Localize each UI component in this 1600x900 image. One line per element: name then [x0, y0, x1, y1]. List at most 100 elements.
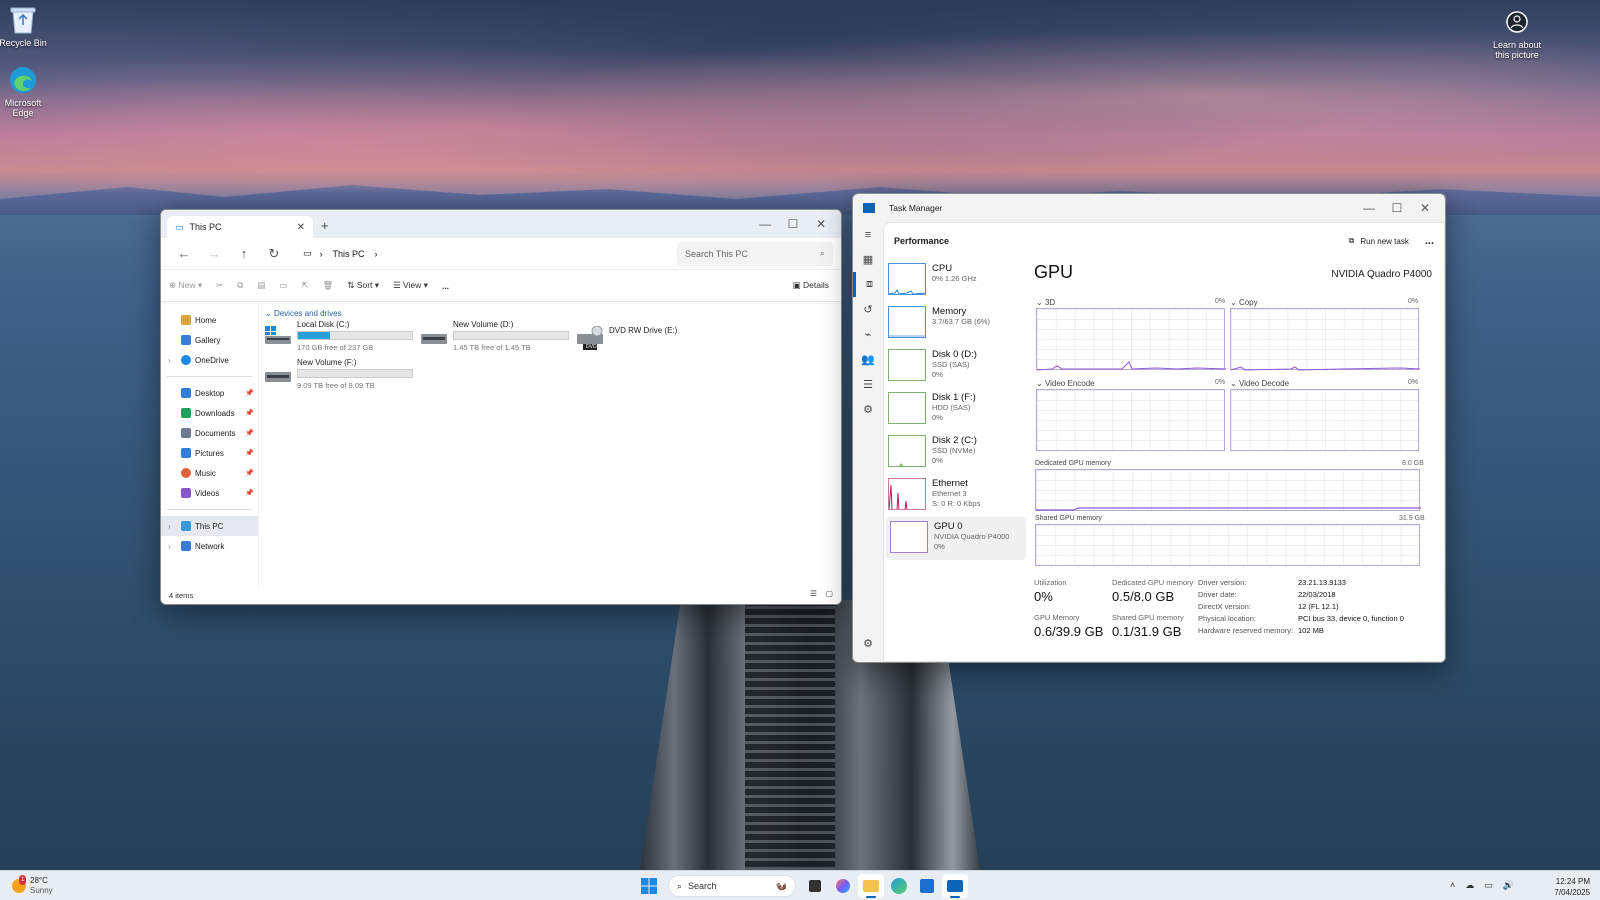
chevron-right-icon[interactable]: ›: [168, 356, 171, 365]
drive-f[interactable]: New Volume (F:) 9.09 TB free of 9.09 TB: [265, 358, 415, 392]
close-tab-icon[interactable]: ✕: [297, 222, 305, 233]
hamburger-menu-icon[interactable]: ≡: [853, 222, 883, 247]
copy-icon[interactable]: ⧉: [237, 280, 243, 291]
clock[interactable]: 12:24 PM 7/04/2025: [1554, 876, 1590, 898]
resource-memory[interactable]: Memory 3.7/63.7 GB (6%): [884, 302, 1028, 345]
processes-icon[interactable]: ▦: [853, 247, 883, 272]
recycle-bin-desktop-icon[interactable]: Recycle Bin: [0, 4, 53, 48]
sidebar-item-this-pc[interactable]: › This PC: [161, 516, 258, 536]
sidebar-item-network[interactable]: › Network: [161, 536, 258, 556]
new-tab-button[interactable]: +: [321, 218, 329, 233]
weather-widget[interactable]: 1 28°C Sunny: [12, 875, 53, 896]
graph-label-text: Video Encode: [1044, 379, 1095, 388]
edge-label: Microsoft Edge: [4, 98, 42, 118]
edge-taskbar-icon[interactable]: [886, 874, 912, 898]
forward-arrow-icon[interactable]: →: [199, 246, 229, 261]
sidebar-item-gallery[interactable]: Gallery: [161, 330, 258, 350]
gpu-memory-label: GPU Memory: [1034, 613, 1080, 622]
sidebar-item-downloads[interactable]: Downloads 📌: [161, 403, 258, 423]
run-new-task-button[interactable]: ⧉ Run new task: [1349, 236, 1409, 246]
app-history-icon[interactable]: ↺: [853, 297, 883, 322]
drive-c[interactable]: Local Disk (C:) 170 GB free of 237 GB: [265, 320, 415, 354]
edge-desktop-icon[interactable]: Microsoft Edge: [0, 64, 53, 118]
delete-icon[interactable]: 🗑: [323, 280, 334, 291]
devices-group-header[interactable]: ⌄ Devices and drives: [265, 309, 841, 318]
sidebar-label: Desktop: [195, 388, 225, 398]
store-icon[interactable]: [914, 874, 940, 898]
maximize-icon[interactable]: ☐: [779, 210, 807, 238]
address-bar[interactable]: ▭ › This PC ›: [297, 242, 667, 266]
new-button[interactable]: ⊕ New ▾: [169, 280, 202, 291]
drive-d[interactable]: New Volume (D:) 1.45 TB free of 1.45 TB: [421, 320, 571, 354]
task-view-icon[interactable]: [802, 874, 828, 898]
physical-location-key: Physical location:: [1198, 614, 1256, 623]
more-options-button[interactable]: ...: [442, 281, 449, 291]
more-options-button[interactable]: ...: [1425, 235, 1434, 247]
up-arrow-icon[interactable]: ↑: [229, 246, 259, 261]
task-manager-taskbar-icon[interactable]: [942, 874, 968, 898]
sidebar-item-videos[interactable]: Videos 📌: [161, 483, 258, 503]
display-icon[interactable]: ▭: [1484, 880, 1493, 891]
copilot-icon[interactable]: [830, 874, 856, 898]
minimize-icon[interactable]: —: [751, 210, 779, 238]
refresh-icon[interactable]: ↻: [259, 246, 289, 262]
window-title: Task Manager: [889, 203, 943, 213]
view-button[interactable]: ☰ View ▾: [393, 280, 428, 291]
graph-video-decode-label[interactable]: ⌄ Video Decode: [1230, 379, 1289, 388]
paste-icon[interactable]: ▤: [257, 280, 265, 291]
maximize-icon[interactable]: ☐: [1383, 194, 1411, 222]
resource-ethernet[interactable]: Ethernet Ethernet 3 S: 0 R: 0 Kbps: [884, 474, 1028, 517]
breadcrumb[interactable]: This PC: [333, 249, 365, 259]
sidebar-divider: [167, 376, 252, 377]
sidebar-item-pictures[interactable]: Pictures 📌: [161, 443, 258, 463]
resource-cpu[interactable]: CPU 0% 1.26 GHz: [884, 259, 1028, 302]
graph-3d-label[interactable]: ⌄ 3D: [1036, 298, 1055, 307]
graph-copy-label[interactable]: ⌄ Copy: [1230, 298, 1258, 307]
sidebar-item-home[interactable]: Home: [161, 310, 258, 330]
chevron-right-icon[interactable]: ›: [168, 522, 171, 531]
sidebar-item-onedrive[interactable]: › OneDrive: [161, 350, 258, 370]
tiles-view-icon[interactable]: ▢: [826, 589, 833, 598]
details-button[interactable]: ▣ Details: [793, 280, 829, 291]
settings-gear-icon[interactable]: ⚙: [853, 631, 883, 656]
taskbar-search[interactable]: ⌕ Search 🦦: [668, 875, 796, 897]
resource-disk-1[interactable]: Disk 1 (F:) HDD (SAS) 0%: [884, 388, 1028, 431]
volume-icon[interactable]: 🔊: [1503, 880, 1514, 891]
back-arrow-icon[interactable]: ←: [169, 246, 199, 261]
details-list-icon[interactable]: ☰: [853, 372, 883, 397]
drive-usage-fill: [298, 332, 330, 339]
services-icon[interactable]: ⚙: [853, 397, 883, 422]
close-icon[interactable]: ✕: [807, 210, 835, 238]
performance-header: Performance ⧉ Run new task ...: [884, 223, 1444, 259]
resource-gpu-0[interactable]: GPU 0 NVIDIA Quadro P4000 0%: [886, 517, 1026, 560]
resource-disk-0[interactable]: Disk 0 (D:) SSD (SAS) 0%: [884, 345, 1028, 388]
graph-video-encode-label[interactable]: ⌄ Video Encode: [1036, 379, 1095, 388]
minimize-icon[interactable]: —: [1355, 194, 1383, 222]
sidebar-item-desktop[interactable]: Desktop 📌: [161, 383, 258, 403]
explorer-tab-this-pc[interactable]: ▭ This PC ✕: [167, 216, 313, 238]
sidebar-item-documents[interactable]: Documents 📌: [161, 423, 258, 443]
cut-icon[interactable]: ✂: [216, 280, 223, 291]
share-icon[interactable]: ⇱: [301, 280, 308, 291]
file-explorer-taskbar-icon[interactable]: [858, 874, 884, 898]
close-icon[interactable]: ✕: [1411, 194, 1439, 222]
sidebar-label: Network: [195, 541, 225, 551]
task-manager-nav-rail: ≡ ▦ ⧈ ↺ ⌁ 👥 ☰ ⚙ ⚙: [853, 222, 883, 662]
users-icon[interactable]: 👥: [853, 347, 883, 372]
drive-e[interactable]: DVD RW Drive (E:) DVD: [577, 320, 727, 354]
cloud-icon[interactable]: ☁: [1465, 880, 1474, 891]
chevron-right-icon[interactable]: ›: [168, 542, 171, 551]
rename-icon[interactable]: ▭: [279, 280, 287, 291]
performance-icon[interactable]: ⧈: [853, 272, 883, 297]
sidebar-label: Home: [195, 315, 217, 325]
windows-drive-icon: [265, 326, 291, 344]
search-input[interactable]: Search This PC ⌕: [677, 241, 833, 266]
start-button[interactable]: [636, 874, 662, 898]
chevron-up-icon[interactable]: ˄: [1450, 880, 1455, 891]
sidebar-item-music[interactable]: Music 📌: [161, 463, 258, 483]
startup-apps-icon[interactable]: ⌁: [853, 322, 883, 347]
sort-button[interactable]: ⇅ Sort ▾: [347, 280, 379, 291]
details-view-icon[interactable]: ☰: [810, 589, 817, 598]
resource-disk-2[interactable]: Disk 2 (C:) SSD (NVMe) 0%: [884, 431, 1028, 474]
spotlight-desktop-icon[interactable]: Learn about this picture: [1486, 6, 1548, 60]
